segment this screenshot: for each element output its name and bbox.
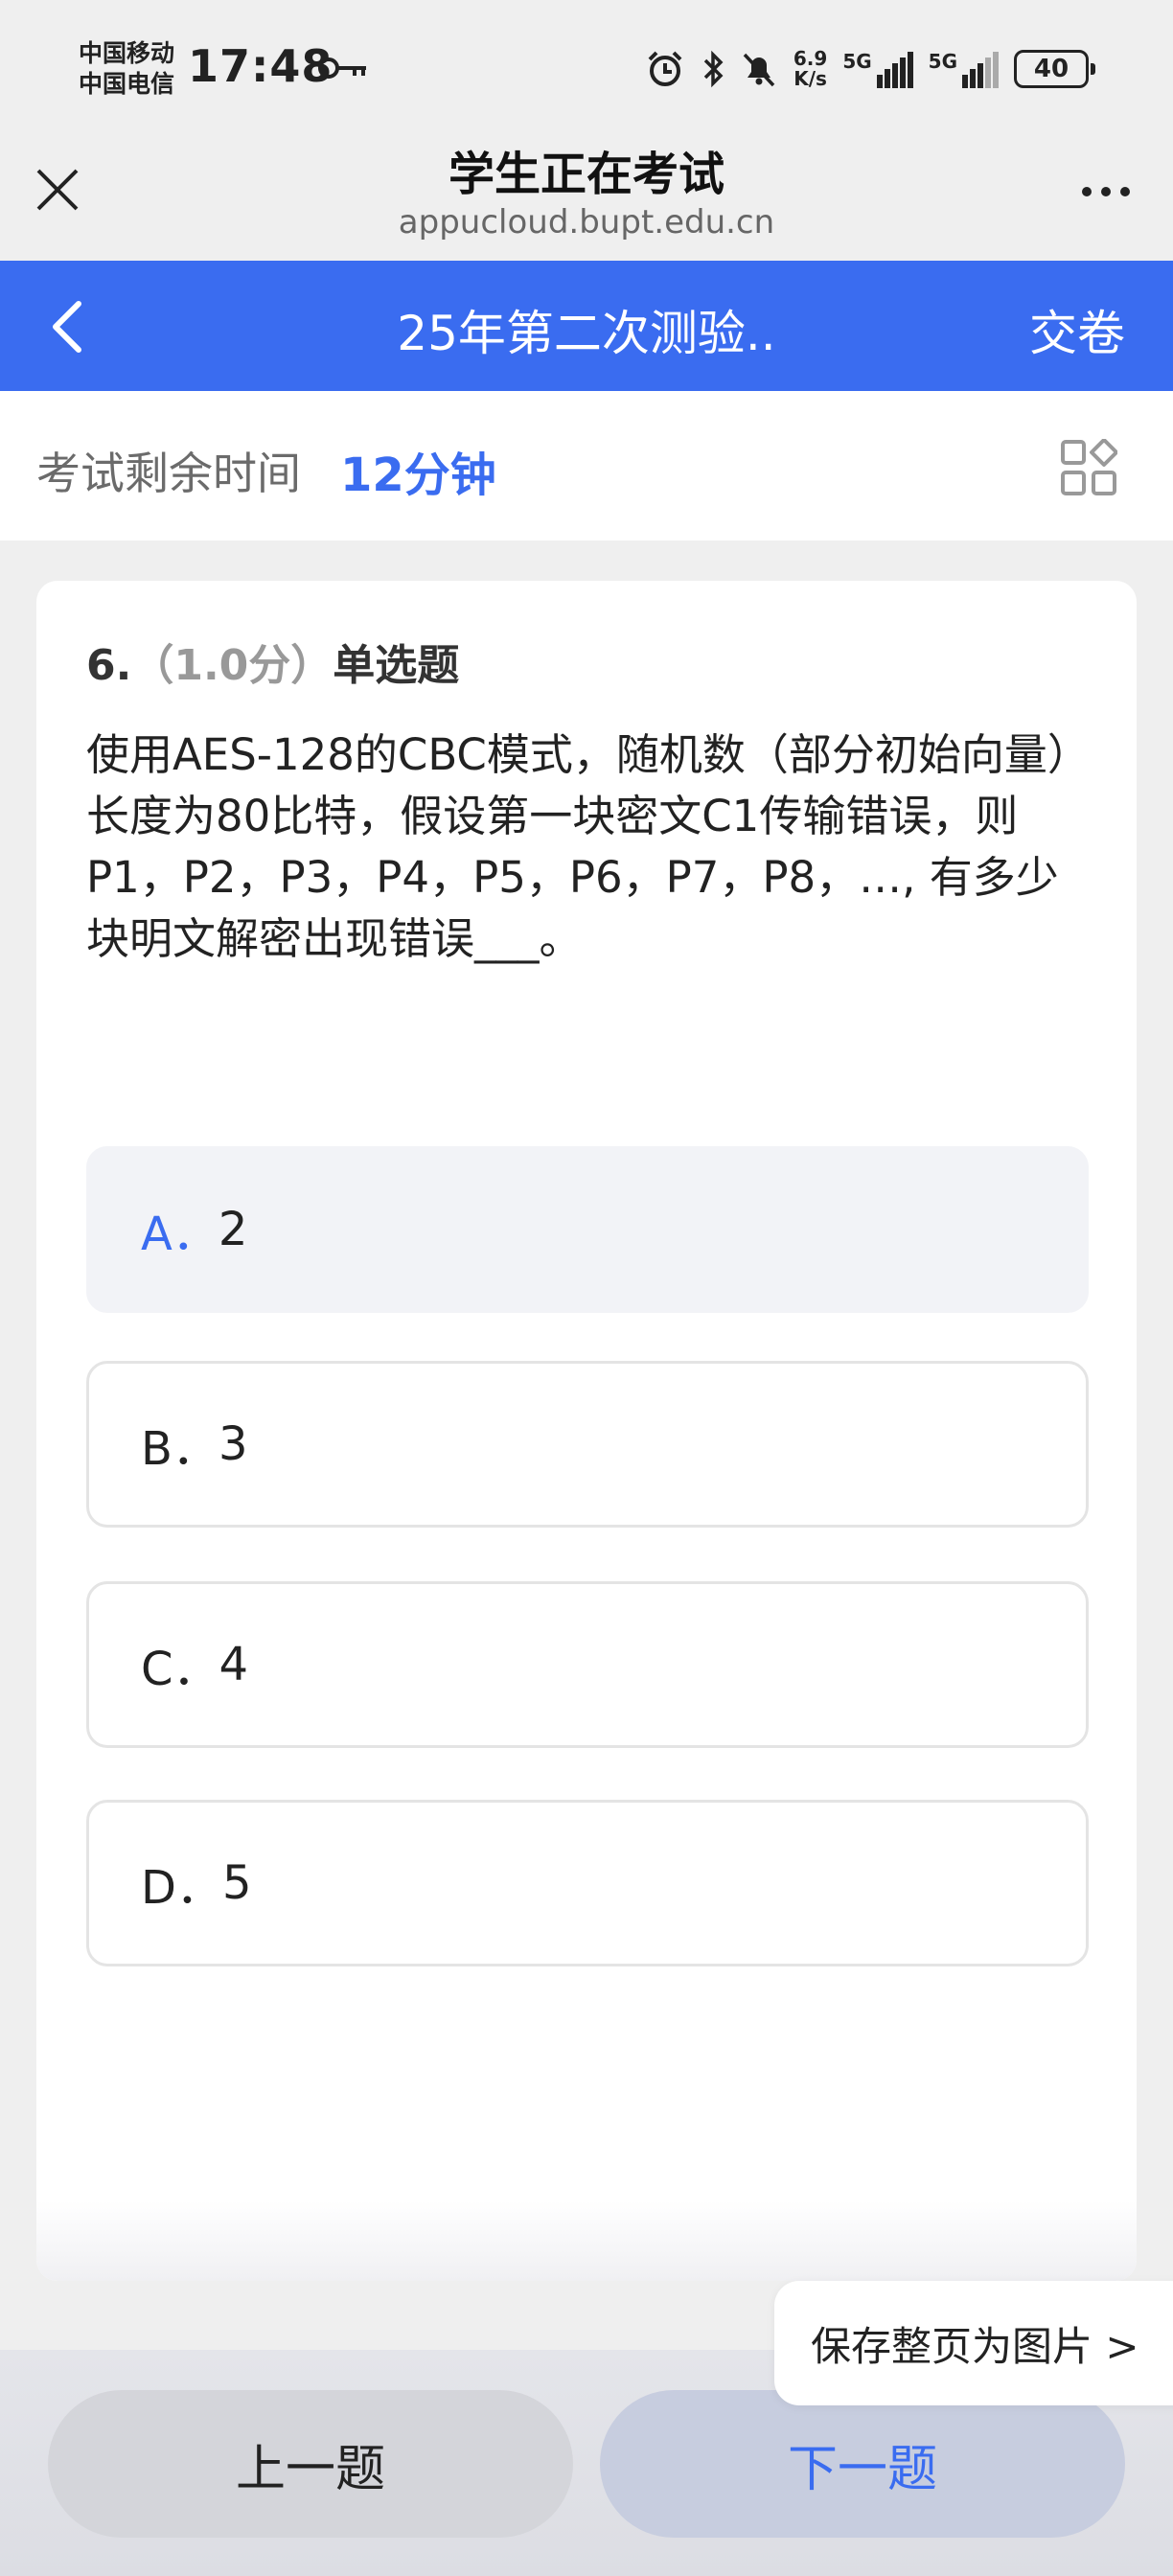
question-score: （1.0分） [131, 641, 334, 690]
timer-bar: 考试剩余时间 12分钟 [0, 391, 1173, 540]
option-value: 3 [218, 1417, 248, 1471]
option-c[interactable]: C． 4 [86, 1581, 1089, 1748]
carrier-2: 中国电信 [79, 70, 175, 98]
card-bottom-fade [36, 2200, 1137, 2281]
browser-header: 学生正在考试 appucloud.bupt.edu.cn [0, 134, 1173, 261]
network-speed: 6.9 K/s [794, 49, 827, 89]
option-letter: B． [141, 1422, 218, 1476]
next-question-button[interactable]: 下一题 [600, 2390, 1125, 2538]
question-card: 6.（1.0分）单选题 使用AES-128的CBC模式，随机数（部分初始向量）长… [36, 581, 1137, 2281]
save-page-as-image-button[interactable]: 保存整页为图片 > [774, 2281, 1173, 2405]
sim1-label: 5G [842, 50, 872, 73]
time-remaining-label: 考试剩余时间 [36, 448, 301, 499]
question-number: 6. [86, 641, 132, 690]
option-value: 5 [221, 1856, 252, 1910]
previous-question-button[interactable]: 上一题 [48, 2390, 573, 2538]
status-bar: 中国移动 中国电信 17:48 6.9 K/s 5G 5G 40 [0, 0, 1173, 134]
option-letter: A． [141, 1208, 218, 1261]
more-options-button[interactable] [1068, 172, 1144, 211]
alarm-icon [648, 51, 682, 86]
more-dot-icon [1101, 187, 1111, 196]
option-letter: C． [141, 1643, 219, 1696]
battery-indicator: 40 [1014, 50, 1095, 88]
carrier-1: 中国移动 [79, 39, 175, 67]
option-letter: D． [141, 1861, 222, 1915]
signal-sim2: 5G [929, 50, 999, 88]
bluetooth-icon [703, 50, 724, 88]
question-header: 6.（1.0分）单选题 [86, 631, 459, 692]
option-value: 2 [218, 1203, 248, 1256]
more-dot-icon [1082, 187, 1092, 196]
carriers: 中国移动 中国电信 [79, 38, 174, 100]
time-remaining-value: 12分钟 [340, 448, 496, 502]
exam-title: 25年第二次测验.. [397, 306, 776, 361]
submit-exam-button[interactable]: 交卷 [1029, 295, 1125, 364]
browser-title: 学生正在考试 [448, 148, 724, 201]
exam-page: 中国移动 中国电信 17:48 6.9 K/s 5G 5G 40 学生正在考试 … [0, 0, 1173, 2576]
mute-bell-icon [743, 53, 775, 87]
browser-url: appucloud.bupt.edu.cn [398, 203, 775, 242]
status-time: 17:48 [188, 40, 334, 92]
signal-sim1: 5G [842, 50, 913, 88]
option-a[interactable]: A． 2 [86, 1146, 1089, 1313]
net-speed-value: 6.9 [793, 47, 828, 70]
option-d[interactable]: D． 5 [86, 1800, 1089, 1966]
question-type: 单选题 [333, 641, 460, 690]
option-b[interactable]: B． 3 [86, 1361, 1089, 1528]
more-dot-icon [1120, 187, 1130, 196]
sim2-label: 5G [928, 50, 957, 73]
question-text: 使用AES-128的CBC模式，随机数（部分初始向量）长度为80比特，假设第一块… [86, 729, 1091, 964]
option-value: 4 [218, 1638, 249, 1691]
status-indicators: 6.9 K/s 5G 5G 40 [644, 42, 1095, 96]
net-speed-unit: K/s [794, 67, 827, 90]
answer-sheet-grid-icon[interactable] [1060, 439, 1117, 496]
exam-navbar: 25年第二次测验.. 交卷 [0, 261, 1173, 391]
key-icon [318, 58, 366, 79]
